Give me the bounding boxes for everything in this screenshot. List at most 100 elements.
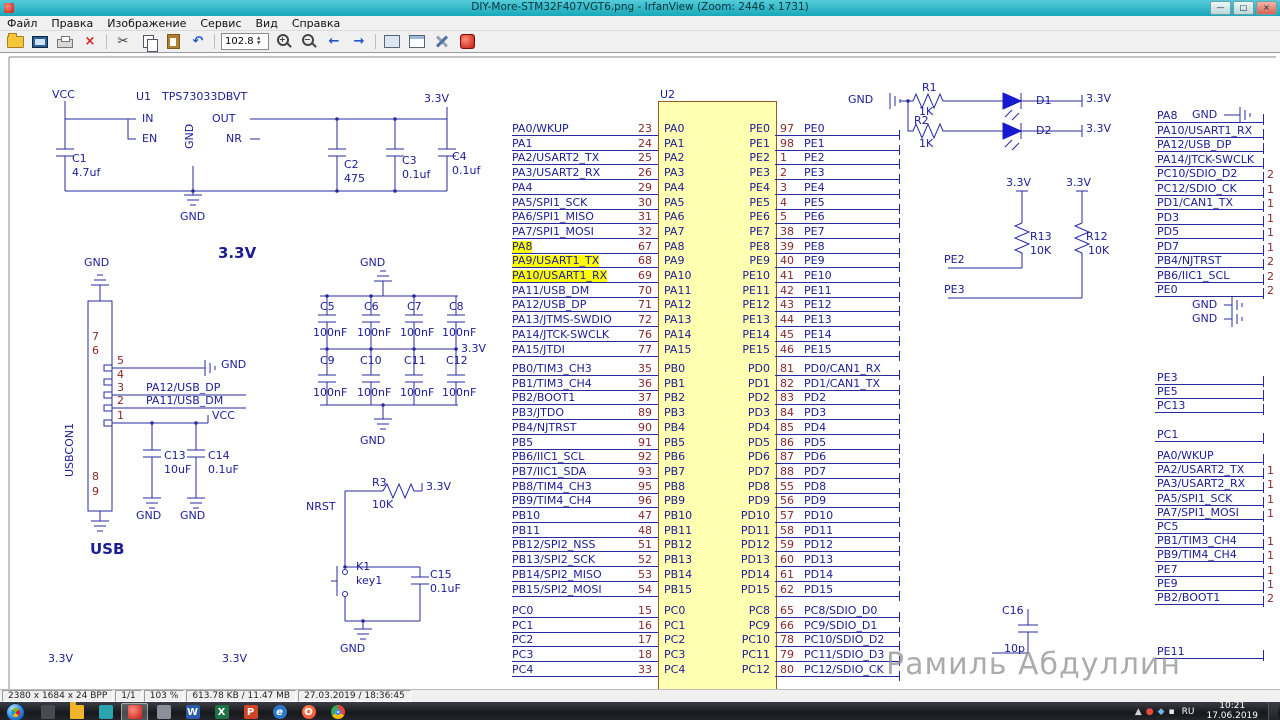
right-pin-number: 45 — [780, 327, 794, 341]
toolbar-open-button[interactable] — [3, 32, 27, 51]
right-pin-number: 2 — [780, 166, 787, 180]
start-button[interactable] — [6, 702, 25, 720]
zoom-value-field[interactable] — [222, 36, 257, 47]
net-label: PA8 — [1157, 109, 1178, 122]
schematic-label-GND: GND — [848, 93, 874, 106]
toolbar-fit-window-button[interactable] — [380, 32, 404, 51]
taskbar-chrome[interactable] — [324, 703, 351, 720]
toolbar-copy-button[interactable] — [136, 32, 160, 52]
taskbar-excel[interactable]: X — [208, 703, 235, 720]
right-pin-name: PE6 — [749, 210, 770, 224]
right-pin-number: 38 — [780, 224, 794, 238]
toolbar-zoom-out-button[interactable]: − — [297, 32, 321, 51]
right-pin-net-label: PD11 — [804, 523, 834, 537]
tray-app-blue[interactable]: ◆ — [1158, 707, 1165, 717]
right-pin-net-label: PD9 — [804, 494, 827, 508]
net-wire — [1155, 122, 1263, 123]
tray-app-red[interactable]: ● — [1146, 707, 1154, 717]
right-pin-name: PD11 — [740, 523, 770, 537]
language-indicator[interactable]: RU — [1180, 707, 1197, 717]
taskbar-explorer[interactable] — [63, 702, 90, 720]
toolbar-next-button[interactable]: → — [347, 32, 371, 51]
left-pin-net-label: PB3/JTDO — [512, 406, 564, 420]
toolbar-about-button[interactable] — [455, 32, 479, 51]
right-pin-net-label: PC10/SDIO_D2 — [804, 633, 885, 647]
taskbar-browser[interactable]: O — [295, 703, 322, 720]
schematic-label-3.3V: 3.3V — [222, 652, 248, 665]
right-pin-name: PC10 — [741, 633, 770, 647]
toolbar-fullscreen-button[interactable] — [405, 32, 429, 51]
taskbar-clock[interactable]: 10:21 17.06.2019 — [1201, 701, 1263, 720]
taskbar-app-2[interactable] — [92, 703, 119, 720]
toolbar-zoom-in-button[interactable]: + — [272, 32, 296, 51]
menu-item-Правка[interactable]: Правка — [44, 17, 100, 30]
menu-item-Файл[interactable]: Файл — [0, 17, 44, 30]
right-pin-number: 59 — [780, 538, 794, 552]
schematic-canvas[interactable]: VCC U1 TPS73033DBVT IN OUT EN NR GND C1 4.7uf C2 47… — [0, 53, 1280, 689]
show-desktop-button[interactable] — [1268, 702, 1278, 720]
u2-pin-row: PA15/JTDI 77 PA15 PE15 46 PE15 — [512, 343, 904, 361]
left-pin-name: PB6 — [664, 450, 686, 464]
left-pin-number: 71 — [638, 298, 652, 312]
left-pin-name: PC2 — [664, 633, 686, 647]
schematic-label-C14: C14 — [208, 449, 230, 462]
right-wire — [775, 326, 899, 328]
menu-item-Вид[interactable]: Вид — [249, 17, 285, 30]
net-label: PC10/SDIO_D2 — [1157, 167, 1238, 180]
right-pin-number: 86 — [780, 435, 794, 449]
hidden-icons[interactable]: ▲ — [1135, 707, 1142, 717]
left-wire — [512, 326, 658, 328]
right-pin-number: 78 — [780, 633, 794, 647]
left-pin-number: 36 — [638, 376, 652, 390]
right-pin-name: PD4 — [747, 420, 770, 434]
right-pin-net-label: PC8/SDIO_D0 — [804, 604, 878, 617]
close-button[interactable]: × — [1256, 1, 1277, 15]
zoom-spinner[interactable]: ▲ ▼ — [257, 36, 260, 47]
toolbar-slideshow-button[interactable] — [28, 32, 52, 51]
maximize-button[interactable]: □ — [1233, 1, 1254, 15]
slideshow-icon — [32, 35, 48, 48]
led-d1-icon — [1002, 92, 1023, 110]
taskbar-ie[interactable]: e — [266, 703, 293, 720]
right-pin-number: 43 — [780, 298, 794, 312]
taskbar-app-1[interactable] — [34, 703, 61, 720]
taskbar-word[interactable]: W — [179, 703, 206, 720]
left-pin-name: PA1 — [664, 136, 685, 150]
menu-item-Сервис[interactable]: Сервис — [193, 17, 248, 30]
net-label: PD1/CAN1_TX — [1157, 196, 1233, 209]
net-label: PD3 — [1157, 210, 1180, 224]
toolbar-undo-button[interactable]: ↶ — [186, 32, 210, 51]
right-wire — [775, 522, 899, 523]
toolbar-paste-button[interactable] — [161, 32, 185, 51]
left-pin-number: 33 — [638, 662, 652, 676]
taskbar-powerpoint-icon: P — [243, 705, 258, 719]
toolbar-delete-button[interactable]: × — [78, 32, 102, 51]
right-pin-number: 81 — [780, 362, 794, 375]
left-pin-name: PB8 — [664, 479, 686, 493]
left-pin-net-label: PB1/TIM3_CH4 — [512, 376, 592, 390]
net-label: PD7 — [1157, 239, 1180, 253]
right-pin-number: 88 — [780, 464, 794, 478]
toolbar-print-button[interactable] — [53, 32, 77, 51]
left-pin-number: 30 — [638, 195, 652, 209]
menu-item-Изображение[interactable]: Изображение — [100, 17, 193, 30]
toolbar-prev-button[interactable]: ← — [322, 32, 346, 51]
taskbar-powerpoint[interactable]: P — [237, 703, 264, 720]
schematic-label-6: 6 — [92, 344, 99, 357]
tray-app-white[interactable]: ▪ — [1169, 707, 1175, 717]
toolbar-cut-button[interactable]: ✂ — [111, 32, 135, 51]
right-pin-number: 44 — [780, 313, 794, 327]
schematic-label-USBCON1: USBCON1 — [63, 423, 76, 477]
taskbar-irfanview[interactable] — [121, 703, 148, 720]
connector-pin-number: 1 — [1267, 563, 1274, 577]
zoom-input[interactable]: ▲▼ — [221, 33, 269, 50]
right-wire — [775, 477, 899, 479]
minimize-button[interactable]: — — [1210, 1, 1231, 15]
taskbar-app-3[interactable] — [150, 703, 177, 720]
taskbar-word-icon: W — [185, 705, 200, 719]
toolbar-settings-button[interactable] — [430, 32, 454, 51]
right-pin-name: PD13 — [740, 553, 770, 567]
menu-item-Справка[interactable]: Справка — [285, 17, 347, 30]
system-tray: ▲ ● ◆ ▪ RU 10:21 17.06.2019 — [1135, 701, 1280, 720]
taskbar-excel-icon: X — [214, 705, 229, 719]
